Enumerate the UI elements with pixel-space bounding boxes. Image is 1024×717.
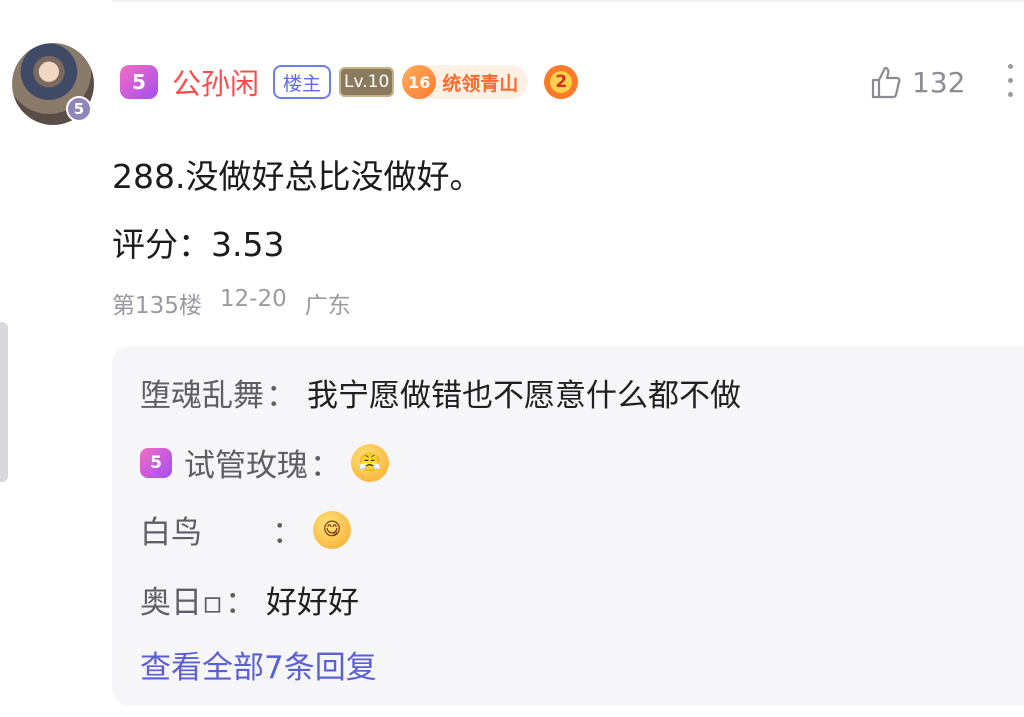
reply-username[interactable]: 奥日▫: [140, 577, 223, 622]
comment-date: 12-20: [219, 286, 287, 312]
comment-content: 288.没做好总比没做好。: [112, 157, 483, 196]
floor-number: 第135楼: [112, 293, 202, 319]
reply-username[interactable]: 白鸟: [140, 507, 202, 552]
crown-icon: 5: [120, 65, 158, 99]
reply-separator: ：: [225, 585, 257, 621]
comment-location: 广东: [304, 293, 351, 319]
reply-item[interactable]: 白鸟 ： 😋: [140, 507, 351, 552]
crown-icon: 5: [140, 447, 172, 478]
username[interactable]: 公孙闲: [172, 61, 259, 103]
reply-username[interactable]: 试管玫瑰: [184, 440, 308, 485]
title-badge: 16 统领青山: [402, 65, 529, 99]
comment-header: 5 公孙闲 楼主 Lv.10 16 统领青山 2: [120, 61, 579, 103]
yum-face-emoji-icon: 😋: [313, 510, 351, 549]
more-vertical-icon[interactable]: [1006, 64, 1014, 104]
title-badge-text: 统领青山: [442, 72, 519, 95]
reply-item[interactable]: 堕魂乱舞 ： 我宁愿做错也不愿意什么都不做: [140, 370, 741, 415]
reply-item[interactable]: 奥日▫ ： 好好好: [140, 577, 359, 622]
reply-separator: ：: [266, 378, 297, 414]
scrollbar[interactable]: [0, 322, 8, 482]
title-badge-number: 16: [402, 65, 437, 99]
thumbs-up-icon: [871, 66, 901, 99]
reply-username[interactable]: 堕魂乱舞: [140, 370, 264, 415]
reply-text: 好好好: [266, 585, 360, 621]
reply-text: 我宁愿做错也不愿意什么都不做: [307, 378, 741, 414]
comment-meta: 第135楼 12-20 广东: [112, 286, 351, 320]
reply-separator: ：: [272, 515, 303, 551]
top-divider: [112, 0, 1024, 2]
like-button[interactable]: 132: [866, 62, 965, 102]
level-badge: Lv.10: [339, 67, 395, 97]
reply-separator: ：: [310, 448, 341, 484]
angry-face-emoji-icon: 😤: [351, 443, 389, 482]
like-count: 132: [912, 65, 966, 99]
owner-badge: 楼主: [273, 65, 332, 99]
avatar-level-badge: 5: [66, 96, 92, 122]
comment-score: 评分：3.53: [112, 225, 285, 264]
reply-item[interactable]: 5 试管玫瑰 ： 😤: [140, 440, 389, 485]
view-all-replies-link[interactable]: 查看全部7条回复: [140, 642, 377, 687]
rank-badge-icon: 2: [544, 65, 579, 99]
